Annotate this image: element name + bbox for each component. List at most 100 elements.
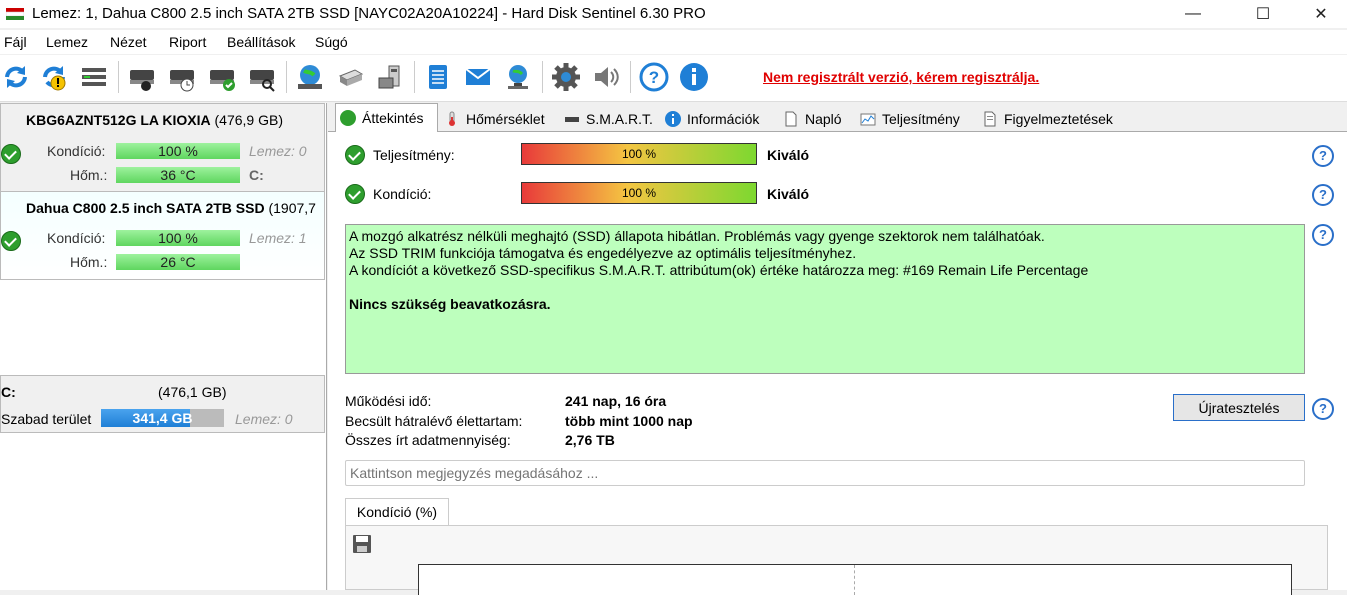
alert-document-icon — [984, 111, 996, 126]
health-bar: 100 % — [116, 230, 240, 246]
disk-card-dahua[interactable]: Dahua C800 2.5 inch SATA 2TB SSD (1907,7… — [0, 192, 325, 280]
tab-label: Hőmérséklet — [466, 110, 545, 127]
menu-help[interactable]: Súgó — [315, 34, 348, 50]
tab-information[interactable]: Információk — [661, 106, 759, 131]
health-label: Kondíció: — [373, 186, 432, 202]
disk-title: KBG6AZNT512G LA KIOXIA (476,9 GB) — [26, 112, 283, 128]
title-bar: Lemez: 1, Dahua C800 2.5 inch SATA 2TB S… — [0, 0, 1347, 28]
check-icon — [1, 231, 21, 251]
refresh-warning-icon[interactable] — [38, 61, 70, 93]
lifetime-label: Becsült hátralévő élettartam: — [345, 413, 523, 429]
tab-alerts[interactable]: Figyelmeztetések — [978, 106, 1113, 131]
globe-disk-icon[interactable] — [294, 61, 326, 93]
lifetime-value: több mint 1000 nap — [565, 413, 693, 429]
disk-search-icon[interactable] — [246, 61, 278, 93]
tab-label: Napló — [805, 110, 842, 127]
menu-view[interactable]: Nézet — [110, 34, 147, 50]
written-value: 2,76 TB — [565, 432, 615, 448]
disk-icon — [565, 116, 579, 122]
check-icon — [340, 110, 356, 126]
tab-health-chart[interactable]: Kondíció (%) — [345, 498, 449, 525]
external-disk-icon[interactable] — [374, 61, 406, 93]
disk-name: Dahua C800 2.5 inch SATA 2TB SSD — [26, 200, 265, 216]
disk-test-icon[interactable] — [126, 61, 158, 93]
disk-index: Lemez: 0 — [235, 411, 293, 427]
tab-label: Információk — [687, 110, 760, 127]
close-button[interactable]: ✕ — [1298, 0, 1344, 28]
help-icon[interactable]: ? — [1312, 224, 1334, 246]
info-icon[interactable] — [678, 61, 710, 93]
tab-label: Áttekintés — [362, 110, 424, 126]
disk-schedule-icon[interactable] — [166, 61, 198, 93]
help-icon[interactable]: ? — [638, 61, 670, 93]
settings-icon[interactable] — [550, 61, 582, 93]
toolbar-separator — [630, 61, 631, 93]
volume-size: (476,1 GB) — [158, 384, 227, 400]
volume-letter: C: — [1, 384, 16, 400]
minimize-button[interactable]: — — [1170, 0, 1216, 28]
status-message-box: A mozgó alkatrész nélküli meghajtó (SSD)… — [345, 224, 1305, 374]
registration-warning-link[interactable]: Nem regisztrált verzió, kérem regisztrál… — [763, 69, 1039, 85]
help-icon[interactable]: ? — [1312, 145, 1334, 167]
maximize-button[interactable]: ☐ — [1240, 0, 1286, 28]
detail-pane: Áttekintés Hőmérséklet S.M.A.R.T. Inform… — [328, 103, 1347, 595]
check-icon — [345, 145, 365, 165]
health-bar: 100 % — [116, 143, 240, 159]
disk-title: Dahua C800 2.5 inch SATA 2TB SSD (1907,7 — [26, 200, 316, 216]
health-chart-area — [345, 525, 1328, 595]
email-icon[interactable] — [462, 61, 494, 93]
menu-settings[interactable]: Beállítások — [227, 34, 295, 50]
disk-index: Lemez: 0 — [249, 143, 307, 159]
network-icon[interactable] — [502, 61, 534, 93]
disk-size: (1907,7 — [268, 200, 316, 216]
toolbar-separator — [542, 61, 543, 93]
volume-card[interactable]: C: (476,1 GB) Szabad terület 341,4 GB Le… — [0, 375, 325, 433]
disk-size: (476,9 GB) — [214, 112, 283, 128]
power-on-value: 241 nap, 16 óra — [565, 393, 667, 409]
tab-overview[interactable]: Áttekintés — [335, 103, 438, 132]
free-space-bar: 341,4 GB — [101, 409, 224, 427]
tab-label: Teljesítmény — [882, 110, 960, 127]
temp-label: Hőm.: — [70, 254, 108, 270]
disk-list-icon[interactable] — [78, 61, 110, 93]
menu-disk[interactable]: Lemez — [46, 34, 88, 50]
free-space-label: Szabad terület — [1, 411, 92, 427]
disk-ok-icon[interactable] — [206, 61, 238, 93]
free-space-value: 341,4 GB — [132, 410, 193, 426]
note-input[interactable] — [345, 460, 1305, 486]
tab-log[interactable]: Napló — [779, 106, 842, 131]
power-on-label: Működési idő: — [345, 393, 432, 409]
toolbar-separator — [414, 61, 415, 93]
window-title: Lemez: 1, Dahua C800 2.5 inch SATA 2TB S… — [32, 5, 706, 22]
check-icon — [1, 144, 21, 164]
help-icon[interactable]: ? — [1312, 398, 1334, 420]
menu-file[interactable]: Fájl — [4, 34, 27, 50]
disk-name: KBG6AZNT512G LA KIOXIA — [26, 112, 211, 128]
health-label: Kondíció: — [47, 143, 106, 159]
status-line: Az SSD TRIM funkciója támogatva és enged… — [349, 245, 857, 261]
tab-bar: Áttekintés Hőmérséklet S.M.A.R.T. Inform… — [328, 103, 1347, 132]
document-icon — [785, 111, 797, 126]
toolbar: ? Nem regisztrált verzió, kérem regisztr… — [0, 55, 1347, 102]
usb-disk-icon[interactable] — [334, 61, 366, 93]
refresh-icon[interactable] — [0, 61, 32, 93]
tab-performance[interactable]: Teljesítmény — [856, 106, 960, 131]
tab-temperature[interactable]: Hőmérséklet — [440, 106, 545, 131]
graph-icon — [860, 113, 876, 125]
report-icon[interactable] — [422, 61, 454, 93]
help-icon[interactable]: ? — [1312, 184, 1334, 206]
status-conclusion: Nincs szükség beavatkozásra. — [349, 296, 551, 312]
save-icon[interactable] — [352, 534, 372, 554]
chart-gridline — [854, 565, 855, 595]
info-icon — [665, 110, 681, 127]
performance-label: Teljesítmény: — [373, 147, 455, 163]
health-chart — [418, 564, 1292, 595]
thermometer-icon — [449, 111, 455, 126]
menu-report[interactable]: Riport — [169, 34, 206, 50]
temp-bar: 26 °C — [116, 254, 240, 270]
app-icon — [6, 8, 24, 20]
disk-card-kioxia[interactable]: KBG6AZNT512G LA KIOXIA (476,9 GB) Kondíc… — [0, 103, 325, 192]
tab-smart[interactable]: S.M.A.R.T. — [560, 106, 653, 131]
sound-icon[interactable] — [590, 61, 622, 93]
retest-button[interactable]: Újratesztelés — [1173, 394, 1305, 421]
